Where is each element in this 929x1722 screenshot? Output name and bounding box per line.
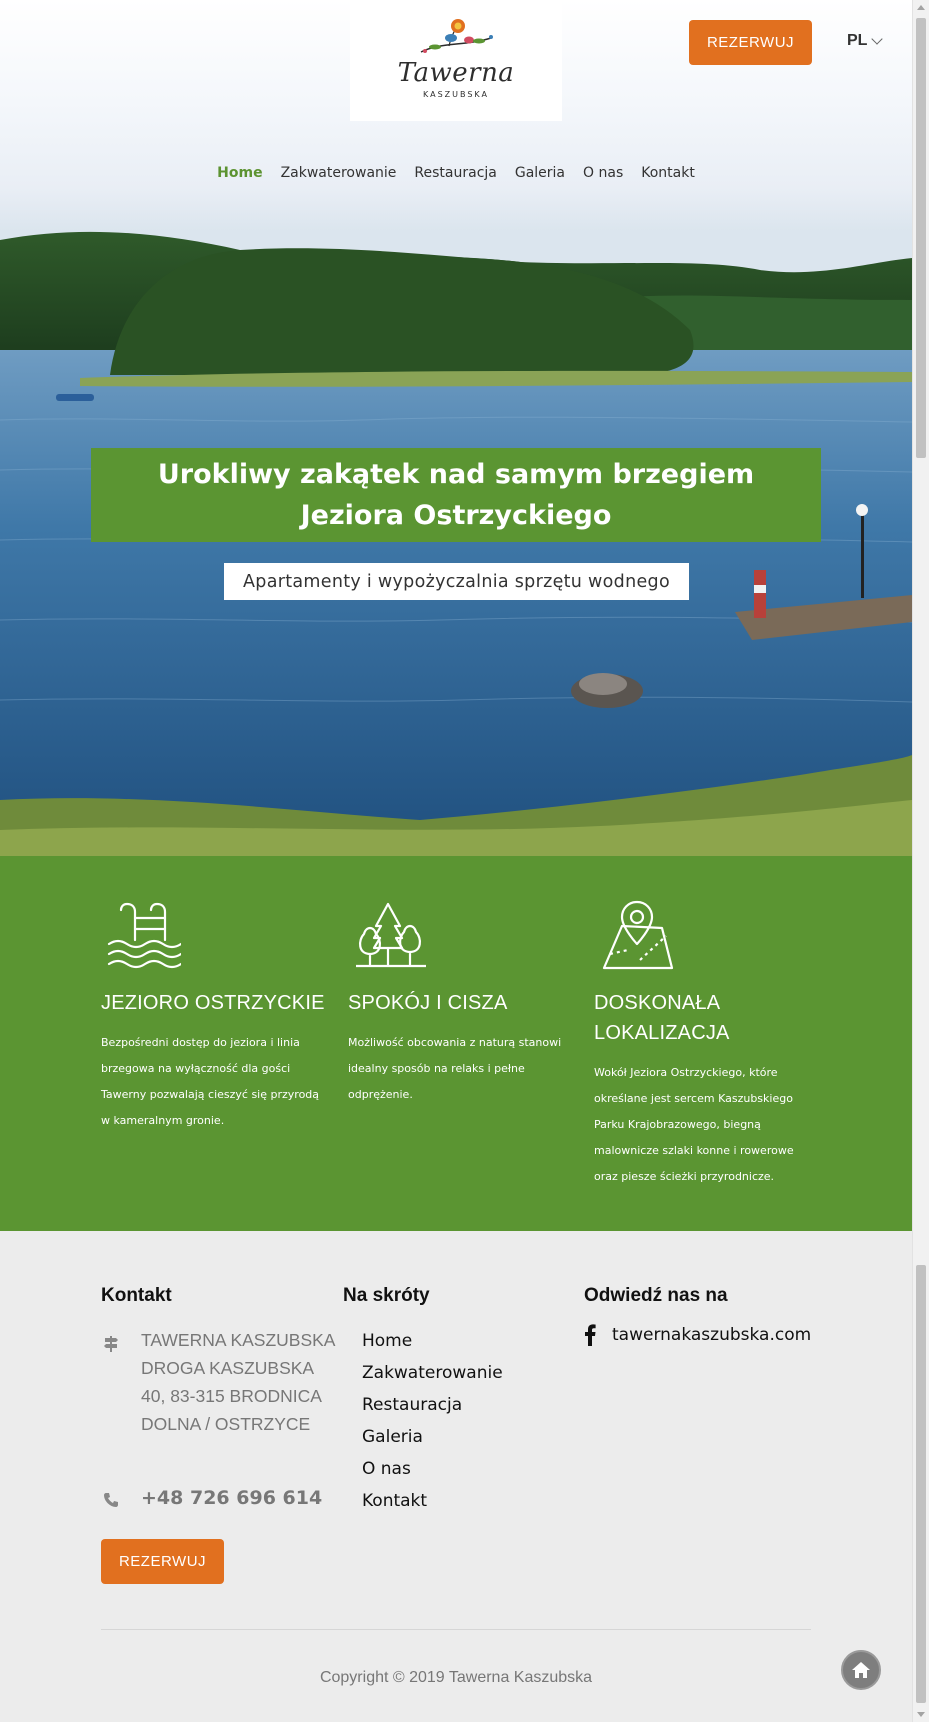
hero-headline: Urokliwy zakątek nad samym brzegiem Jezi…: [91, 448, 821, 542]
shortcut-kontakt[interactable]: Kontakt: [362, 1485, 503, 1517]
feature-text: Bezpośredni dostęp do jeziora i linia br…: [101, 1036, 320, 1127]
shortcuts-list: Home Zakwaterowanie Restauracja Galeria …: [362, 1325, 503, 1517]
trees-icon: [356, 902, 426, 968]
shortcut-o-nas[interactable]: O nas: [362, 1453, 503, 1485]
copyright: Copyright © 2019 Tawerna Kaszubska: [319, 1669, 593, 1686]
footer-book-button[interactable]: REZERWUJ: [101, 1539, 224, 1584]
feature-text: Wokół Jeziora Ostrzyckiego, które określ…: [594, 1066, 794, 1183]
scroll-up-icon[interactable]: [917, 5, 925, 10]
shortcut-zakwaterowanie[interactable]: Zakwaterowanie: [362, 1357, 503, 1389]
logo-subtitle: KASZUBSKA: [423, 90, 489, 99]
language-selector[interactable]: PL: [847, 32, 884, 50]
feature-title: JEZIORO OSTRZYCKIE: [101, 992, 325, 1014]
lake-landscape-image: [0, 231, 912, 856]
phone-number[interactable]: +48 726 696 614: [141, 1487, 322, 1509]
shortcuts-title: Na skróty: [343, 1285, 430, 1306]
nav-galeria[interactable]: Galeria: [506, 165, 574, 181]
home-icon: [852, 1662, 870, 1678]
chevron-down-icon: [871, 33, 884, 45]
language-label: PL: [847, 32, 868, 49]
flower-logo-icon: [420, 19, 493, 53]
feature-title: SPOKÓJ I CISZA: [348, 992, 508, 1014]
book-button[interactable]: REZERWUJ: [689, 20, 812, 65]
nav-zakwaterowanie[interactable]: Zakwaterowanie: [272, 165, 406, 181]
hero-subheadline: Apartamenty i wypożyczalnia sprzętu wodn…: [224, 563, 689, 600]
facebook-link[interactable]: tawernakaszubska.com: [584, 1324, 811, 1346]
scroll-to-top-button[interactable]: [841, 1650, 881, 1690]
main-nav: Home Zakwaterowanie Restauracja Galeria …: [0, 165, 912, 181]
facebook-label: tawernakaszubska.com: [612, 1325, 812, 1345]
feature-title: DOSKONAŁA LOKALIZACJA: [594, 992, 730, 1044]
contact-title: Kontakt: [101, 1285, 172, 1306]
logo-title: Tawerna: [397, 58, 515, 88]
shortcut-galeria[interactable]: Galeria: [362, 1421, 503, 1453]
footer: Kontakt Tawerna Kaszubska Droga Kaszubsk…: [0, 1231, 912, 1722]
scrollbar[interactable]: [912, 0, 929, 1722]
nav-kontakt[interactable]: Kontakt: [632, 165, 704, 181]
nav-restauracja[interactable]: Restauracja: [405, 165, 505, 181]
facebook-icon: [585, 1324, 596, 1346]
shortcut-restauracja[interactable]: Restauracja: [362, 1389, 503, 1421]
address: Tawerna Kaszubska Droga Kaszubska 40, 83…: [141, 1330, 335, 1434]
feature-text: Możliwość obcowania z naturą stanowi ide…: [348, 1036, 562, 1101]
shortcut-home[interactable]: Home: [362, 1325, 503, 1357]
signpost-icon: [104, 1336, 118, 1352]
map-pin-icon: [602, 900, 674, 970]
scroll-down-icon[interactable]: [917, 1712, 925, 1717]
hero-section: Tawerna KASZUBSKA REZERWUJ PL Home Zakwa…: [0, 0, 912, 856]
visit-title: Odwiedź nas na: [584, 1285, 728, 1306]
nav-home[interactable]: Home: [208, 165, 271, 181]
scrollbar-thumb-lower[interactable]: [916, 1265, 926, 1703]
logo[interactable]: Tawerna KASZUBSKA: [350, 0, 562, 121]
phone-icon: [104, 1493, 118, 1507]
scrollbar-thumb[interactable]: [916, 18, 926, 458]
pool-ladder-icon: [107, 902, 181, 969]
footer-divider: [101, 1629, 811, 1630]
nav-o-nas[interactable]: O nas: [574, 165, 632, 181]
features-section: JEZIORO OSTRZYCKIE Bezpośredni dostęp do…: [0, 856, 912, 1231]
